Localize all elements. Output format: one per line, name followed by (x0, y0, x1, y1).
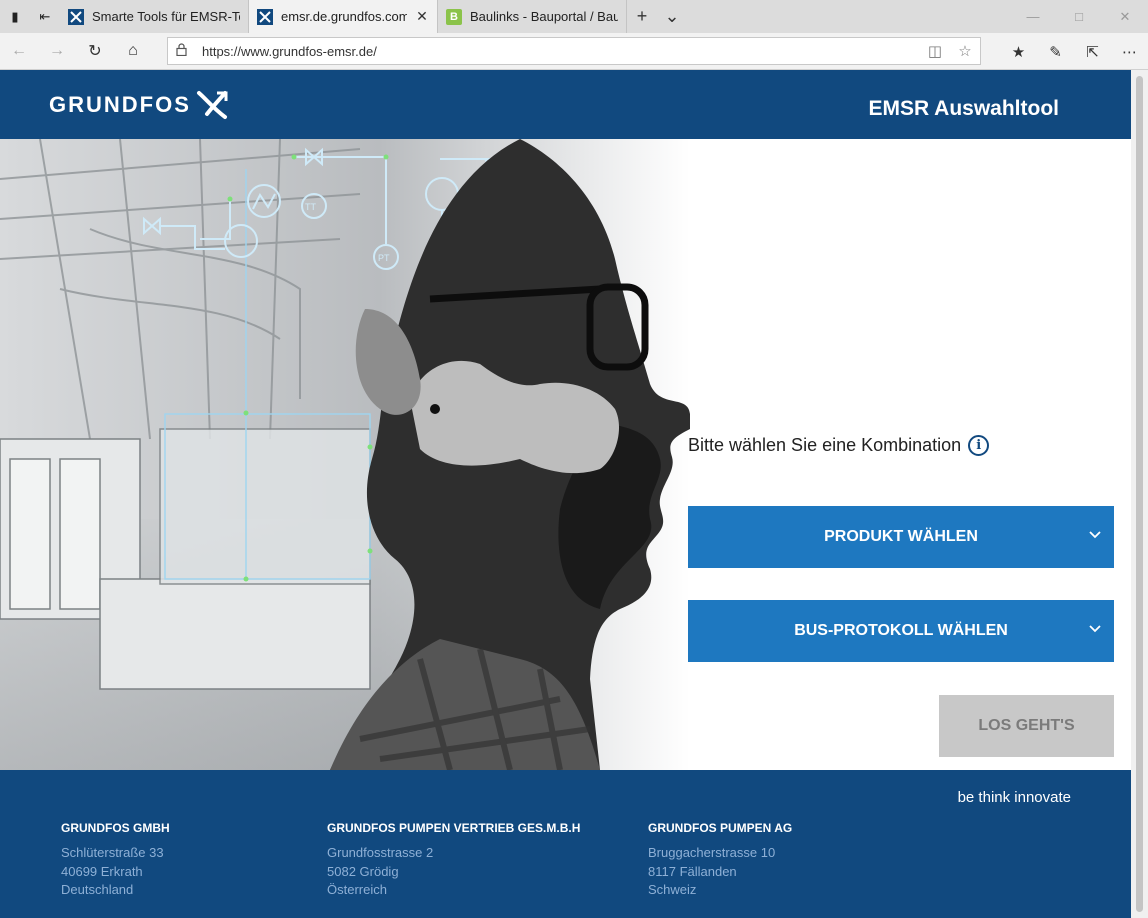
company-name: GRUNDFOS PUMPEN AG (648, 821, 793, 835)
refresh-icon[interactable]: ↻ (76, 33, 114, 70)
tab-smarte-tools[interactable]: Smarte Tools für EMSR-Tech (60, 0, 249, 33)
info-icon[interactable]: i (968, 435, 990, 456)
pen-icon[interactable]: ✎ (1037, 33, 1074, 70)
chevron-down-icon (1089, 531, 1101, 539)
back-icon[interactable]: ← (0, 33, 38, 70)
app-title: EMSR Auswahltool (868, 97, 1059, 120)
grundfos-favicon (257, 8, 273, 25)
favorites-hub-icon[interactable]: ★ (1000, 33, 1037, 70)
tt-label: TT (305, 202, 316, 212)
pt-label: PT (378, 253, 390, 263)
grundfos-logo-icon (196, 91, 228, 119)
product-select[interactable]: PRODUKT WÄHLEN (688, 506, 1114, 568)
lock-icon (176, 43, 194, 59)
product-select-label: PRODUKT WÄHLEN (824, 528, 978, 545)
go-button[interactable]: LOS GEHT'S (939, 695, 1114, 757)
maximize-icon[interactable]: □ (1056, 0, 1102, 33)
address-line: Österreich (327, 882, 387, 897)
more-icon[interactable]: ⋯ (1111, 33, 1148, 70)
tab-label: emsr.de.grundfos.com (281, 9, 407, 24)
company-name: GRUNDFOS GMBH (61, 821, 170, 835)
hero-photo: TT PT (0, 139, 690, 770)
close-tab-icon[interactable]: ✕ (415, 8, 429, 25)
footer-company-at: GRUNDFOS PUMPEN VERTRIEB GES.M.B.H Grund… (327, 821, 580, 900)
logo-text: GRUNDFOS (49, 92, 191, 117)
prompt-text: Bitte wählen Sie eine Kombination (688, 435, 962, 455)
footer-company-ch: GRUNDFOS PUMPEN AG Bruggacherstrasse 10 … (648, 821, 792, 900)
bus-protocol-select-label: BUS-PROTOKOLL WÄHLEN (794, 622, 1008, 639)
home-icon[interactable]: ⌂ (114, 33, 152, 70)
grundfos-favicon (68, 8, 84, 25)
url-text: https://www.grundfos-emsr.de/ (202, 43, 377, 59)
chevron-down-icon[interactable]: ⌄ (657, 0, 687, 33)
address-line: Bruggacherstrasse 10 (648, 845, 776, 860)
address-line: Schlüterstraße 33 (61, 845, 164, 860)
close-window-icon[interactable]: ✕ (1102, 0, 1148, 33)
chevron-down-icon (1089, 625, 1101, 633)
reading-view-icon[interactable]: ◫ (920, 42, 950, 60)
share-icon[interactable]: ⇱ (1074, 33, 1111, 70)
slogan: be think innovate (957, 789, 1071, 806)
address-line: Schweiz (648, 882, 697, 897)
bus-protocol-select[interactable]: BUS-PROTOKOLL WÄHLEN (688, 600, 1114, 662)
tab-label: Smarte Tools für EMSR-Tech (92, 9, 240, 24)
tab-preview-icon[interactable]: ▮ (0, 0, 30, 33)
favorite-star-icon[interactable]: ☆ (950, 42, 980, 60)
address-line: Grundfosstrasse 2 (327, 845, 434, 860)
baulinks-favicon: B (446, 8, 462, 25)
new-tab-icon[interactable]: + (627, 0, 657, 33)
address-line: 8117 Fällanden (648, 863, 737, 879)
footer-company-de: GRUNDFOS GMBH Schlüterstraße 33 40699 Er… (61, 821, 170, 900)
browser-nav-bar: ← → ↻ ⌂ https://www.grundfos-emsr.de/ ◫ … (0, 33, 1148, 70)
page-footer: be think innovate GRUNDFOS GMBH Schlüter… (0, 770, 1131, 918)
minimize-icon[interactable]: — (1010, 0, 1056, 33)
address-line: 5082 Grödig (327, 863, 399, 879)
tab-baulinks[interactable]: B Baulinks - Bauportal / Baum (438, 0, 627, 33)
scrollbar-thumb[interactable] (1136, 76, 1143, 912)
page-scrollbar[interactable] (1131, 70, 1148, 918)
address-line: 40699 Erkrath (61, 863, 143, 879)
address-line: Deutschland (61, 882, 134, 897)
tab-emsr-grundfos[interactable]: emsr.de.grundfos.com ✕ (249, 0, 438, 33)
forward-icon[interactable]: → (38, 33, 76, 70)
set-aside-tabs-icon[interactable]: ⇤ (30, 0, 60, 33)
browser-tab-bar: ▮ ⇤ Smarte Tools für EMSR-Tech emsr.de.g… (0, 0, 1148, 33)
tab-label: Baulinks - Bauportal / Baum (470, 9, 618, 24)
address-bar[interactable]: https://www.grundfos-emsr.de/ ◫ ☆ (167, 37, 981, 65)
combination-prompt: Bitte wählen Sie eine Kombination i (688, 435, 990, 456)
company-name: GRUNDFOS PUMPEN VERTRIEB GES.M.B.H (327, 821, 581, 835)
page-header: GRUNDFOS EMSR Auswahltool (0, 70, 1131, 139)
grundfos-logo[interactable]: GRUNDFOS (49, 90, 229, 120)
hero-section: TT PT Bitte wählen Sie eine Kombination … (0, 139, 1131, 770)
